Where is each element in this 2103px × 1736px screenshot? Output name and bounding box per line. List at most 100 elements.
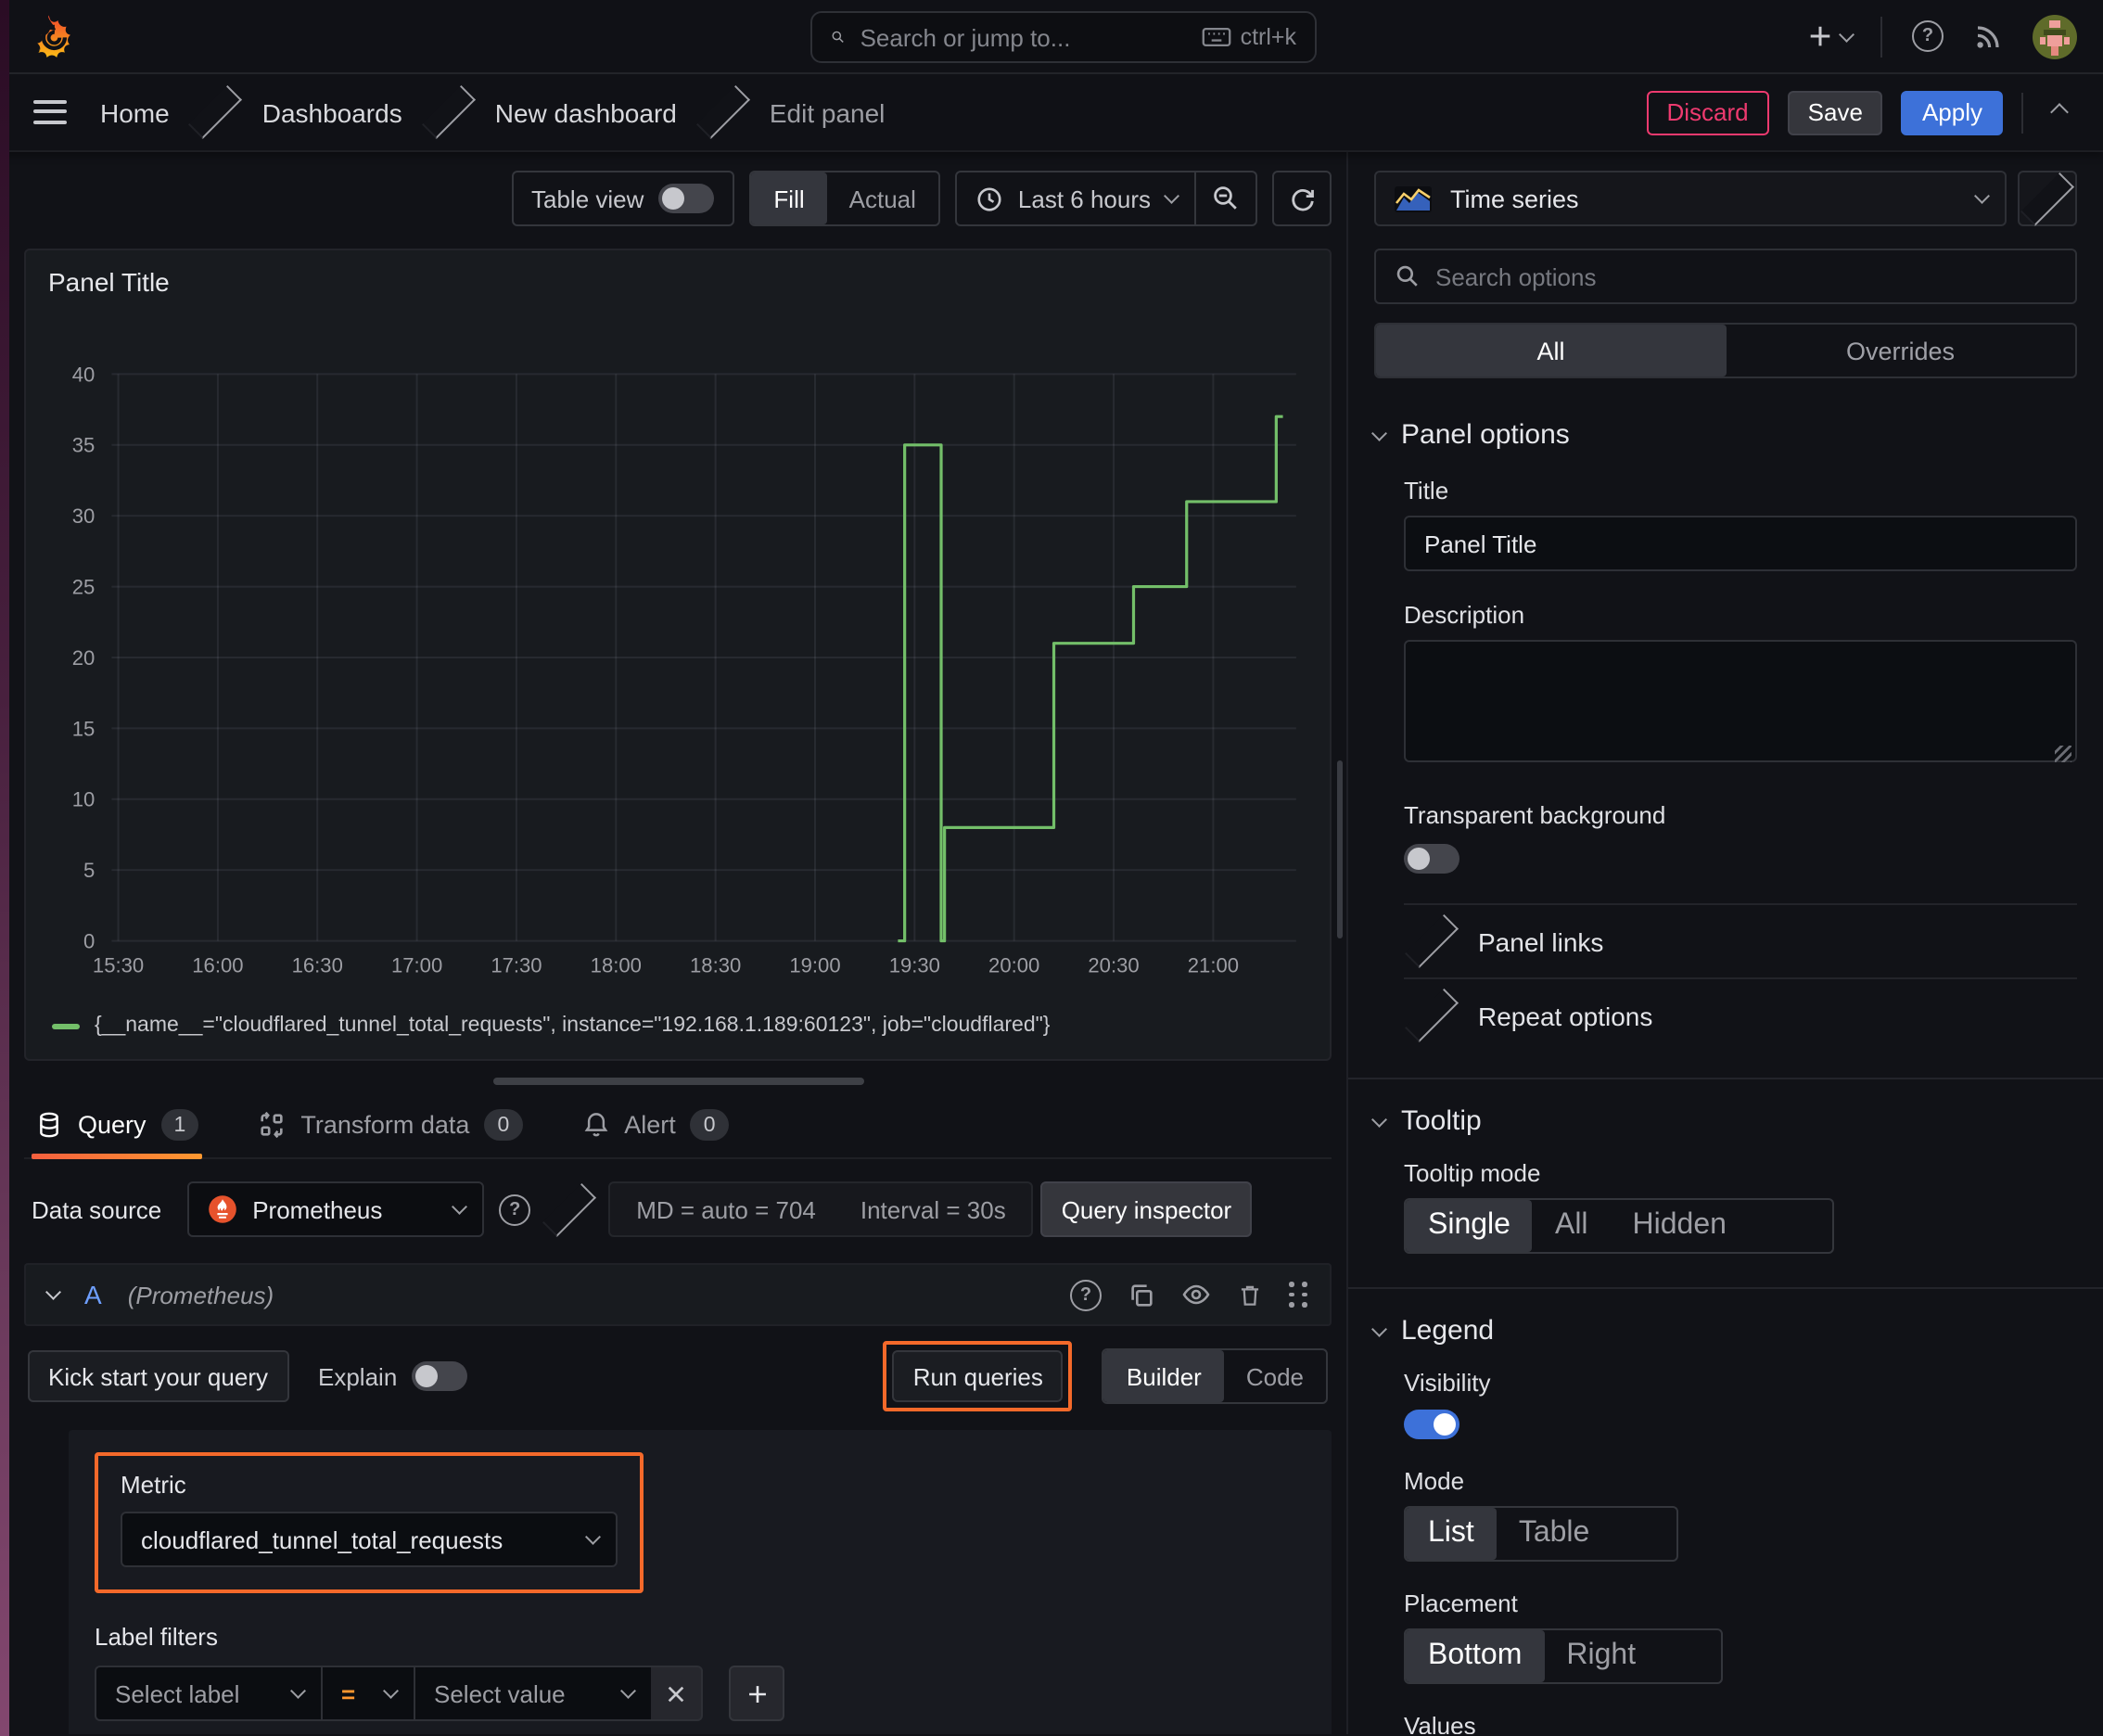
tab-query[interactable]: Query 1 (32, 1102, 203, 1159)
run-queries-button[interactable]: Run queries (892, 1350, 1064, 1402)
tab-overrides[interactable]: Overrides (1726, 325, 2075, 377)
discard-button[interactable]: Discard (1646, 90, 1769, 134)
actual-option[interactable]: Actual (827, 172, 938, 224)
breadcrumb-dashboards[interactable]: Dashboards (262, 97, 402, 127)
hide-query-icon[interactable] (1181, 1280, 1211, 1309)
duplicate-query-icon[interactable] (1128, 1281, 1155, 1308)
svg-text:17:00: 17:00 (391, 954, 442, 977)
save-button[interactable]: Save (1787, 90, 1883, 134)
title-label: Title (1404, 477, 1449, 504)
query-row-header[interactable]: A (Prometheus) ? (24, 1263, 1332, 1326)
time-range-button[interactable]: Last 6 hours (957, 172, 1194, 224)
legend-mode-list[interactable]: List (1406, 1508, 1497, 1560)
delete-query-icon[interactable] (1237, 1281, 1263, 1308)
grafana-logo-icon[interactable] (30, 12, 78, 60)
select-label-dropdown[interactable]: Select label (95, 1666, 321, 1721)
tab-transform-data[interactable]: Transform data 0 (254, 1102, 526, 1157)
legend-visibility-toggle[interactable] (1404, 1410, 1459, 1439)
query-help-button[interactable]: ? (1070, 1279, 1102, 1310)
global-search[interactable]: ctrl+k (810, 11, 1317, 63)
tooltip-section-header[interactable]: Tooltip (1371, 1105, 2077, 1137)
user-avatar[interactable] (2033, 14, 2077, 58)
plus-icon (1809, 26, 1829, 46)
legend-values-label: Values (1404, 1712, 1476, 1734)
legend-placement-segment: Bottom Right (1404, 1628, 1723, 1684)
visualization-picker[interactable]: Time series (1374, 171, 2007, 226)
global-search-input[interactable] (860, 23, 1187, 51)
svg-text:18:00: 18:00 (591, 954, 642, 977)
chevron-down-icon (1371, 1111, 1387, 1126)
database-icon (40, 1112, 58, 1138)
query-inspector-button[interactable]: Query inspector (1040, 1181, 1253, 1237)
kick-start-button[interactable]: Kick start your query (28, 1350, 288, 1402)
chevron-down-icon (1973, 188, 1989, 203)
panel-preview[interactable]: Panel Title 0 5 10 15 20 25 30 35 40 15:30 16:00 16… (24, 249, 1332, 1061)
tooltip-mode-all[interactable]: All (1533, 1200, 1611, 1252)
refresh-button[interactable] (1272, 171, 1332, 226)
panel-links-section[interactable]: Panel links (1404, 903, 2077, 977)
news-button[interactable] (1973, 21, 2003, 51)
legend-placement-right[interactable]: Right (1544, 1630, 1658, 1682)
breadcrumb-separator-icon (421, 85, 476, 139)
explain-control: Explain (318, 1361, 468, 1391)
datasource-value: Prometheus (252, 1195, 383, 1223)
expand-options-button[interactable] (542, 1181, 597, 1237)
collapse-query-icon[interactable] (45, 1284, 61, 1299)
breadcrumb-new-dashboard[interactable]: New dashboard (495, 97, 677, 127)
breadcrumb-home[interactable]: Home (100, 97, 170, 127)
datasource-picker[interactable]: Prometheus (187, 1181, 485, 1237)
resize-grip-icon[interactable] (2055, 746, 2071, 762)
svg-text:40: 40 (72, 363, 96, 386)
remove-filter-button[interactable] (651, 1666, 703, 1721)
drag-query-handle[interactable] (1289, 1282, 1307, 1308)
legend-placement-bottom[interactable]: Bottom (1406, 1630, 1545, 1682)
panel-options-section-header[interactable]: Panel options (1371, 419, 2077, 451)
svg-text:5: 5 (83, 859, 95, 882)
collapse-header-button[interactable] (2050, 103, 2069, 121)
panel-description-input[interactable] (1404, 640, 2077, 762)
query-options-row: Kick start your query Explain Run querie… (24, 1341, 1332, 1411)
options-search[interactable] (1374, 249, 2077, 304)
prometheus-icon (209, 1195, 236, 1223)
datasource-help-button[interactable]: ? (499, 1194, 531, 1225)
open-viz-picker-button[interactable] (2018, 171, 2077, 226)
fill-option[interactable]: Fill (751, 172, 827, 224)
chevron-down-icon (382, 1683, 398, 1698)
legend-swatch (52, 1023, 80, 1028)
query-count-badge: 1 (160, 1109, 199, 1141)
builder-option[interactable]: Builder (1103, 1350, 1224, 1402)
svg-text:21:00: 21:00 (1188, 954, 1239, 977)
legend-mode-table[interactable]: Table (1497, 1508, 1612, 1560)
apply-button[interactable]: Apply (1901, 90, 2003, 134)
zoom-out-button[interactable] (1196, 172, 1255, 224)
select-value-dropdown[interactable]: Select value (414, 1666, 651, 1721)
add-filter-button[interactable] (729, 1666, 784, 1721)
table-view-toggle[interactable] (658, 184, 715, 213)
fill-actual-segment: Fill Actual (749, 171, 940, 226)
metric-select[interactable]: cloudflared_tunnel_total_requests (121, 1512, 618, 1567)
svg-text:19:30: 19:30 (889, 954, 940, 977)
legend-mode-segment: List Table (1404, 1506, 1678, 1562)
tab-all[interactable]: All (1376, 325, 1726, 377)
tooltip-mode-hidden[interactable]: Hidden (1611, 1200, 1749, 1252)
svg-text:10: 10 (72, 788, 96, 811)
panel-title-input[interactable] (1404, 516, 2077, 571)
repeat-options-section[interactable]: Repeat options (1404, 977, 2077, 1052)
operator-dropdown[interactable]: = (321, 1666, 414, 1721)
svg-text:35: 35 (72, 434, 96, 457)
options-search-input[interactable] (1435, 262, 2057, 290)
transparent-background-toggle[interactable] (1404, 844, 1459, 874)
pane-resize-handle[interactable] (492, 1078, 863, 1085)
code-option[interactable]: Code (1224, 1350, 1326, 1402)
query-options-summary[interactable]: MD = auto = 704 Interval = 30s (608, 1181, 1034, 1237)
tab-alert[interactable]: Alert 0 (578, 1102, 732, 1157)
help-button[interactable]: ? (1912, 20, 1944, 52)
legend-series-name[interactable]: {__name__="cloudflared_tunnel_total_requ… (95, 1015, 1050, 1037)
scrollbar-thumb[interactable] (1337, 760, 1343, 938)
legend-section-header[interactable]: Legend (1371, 1315, 2077, 1347)
tooltip-mode-single[interactable]: Single (1406, 1200, 1533, 1252)
explain-toggle[interactable] (412, 1361, 468, 1391)
chevron-down-icon (1371, 425, 1387, 440)
new-menu-button[interactable] (1805, 22, 1854, 50)
menu-toggle-button[interactable] (33, 99, 67, 125)
